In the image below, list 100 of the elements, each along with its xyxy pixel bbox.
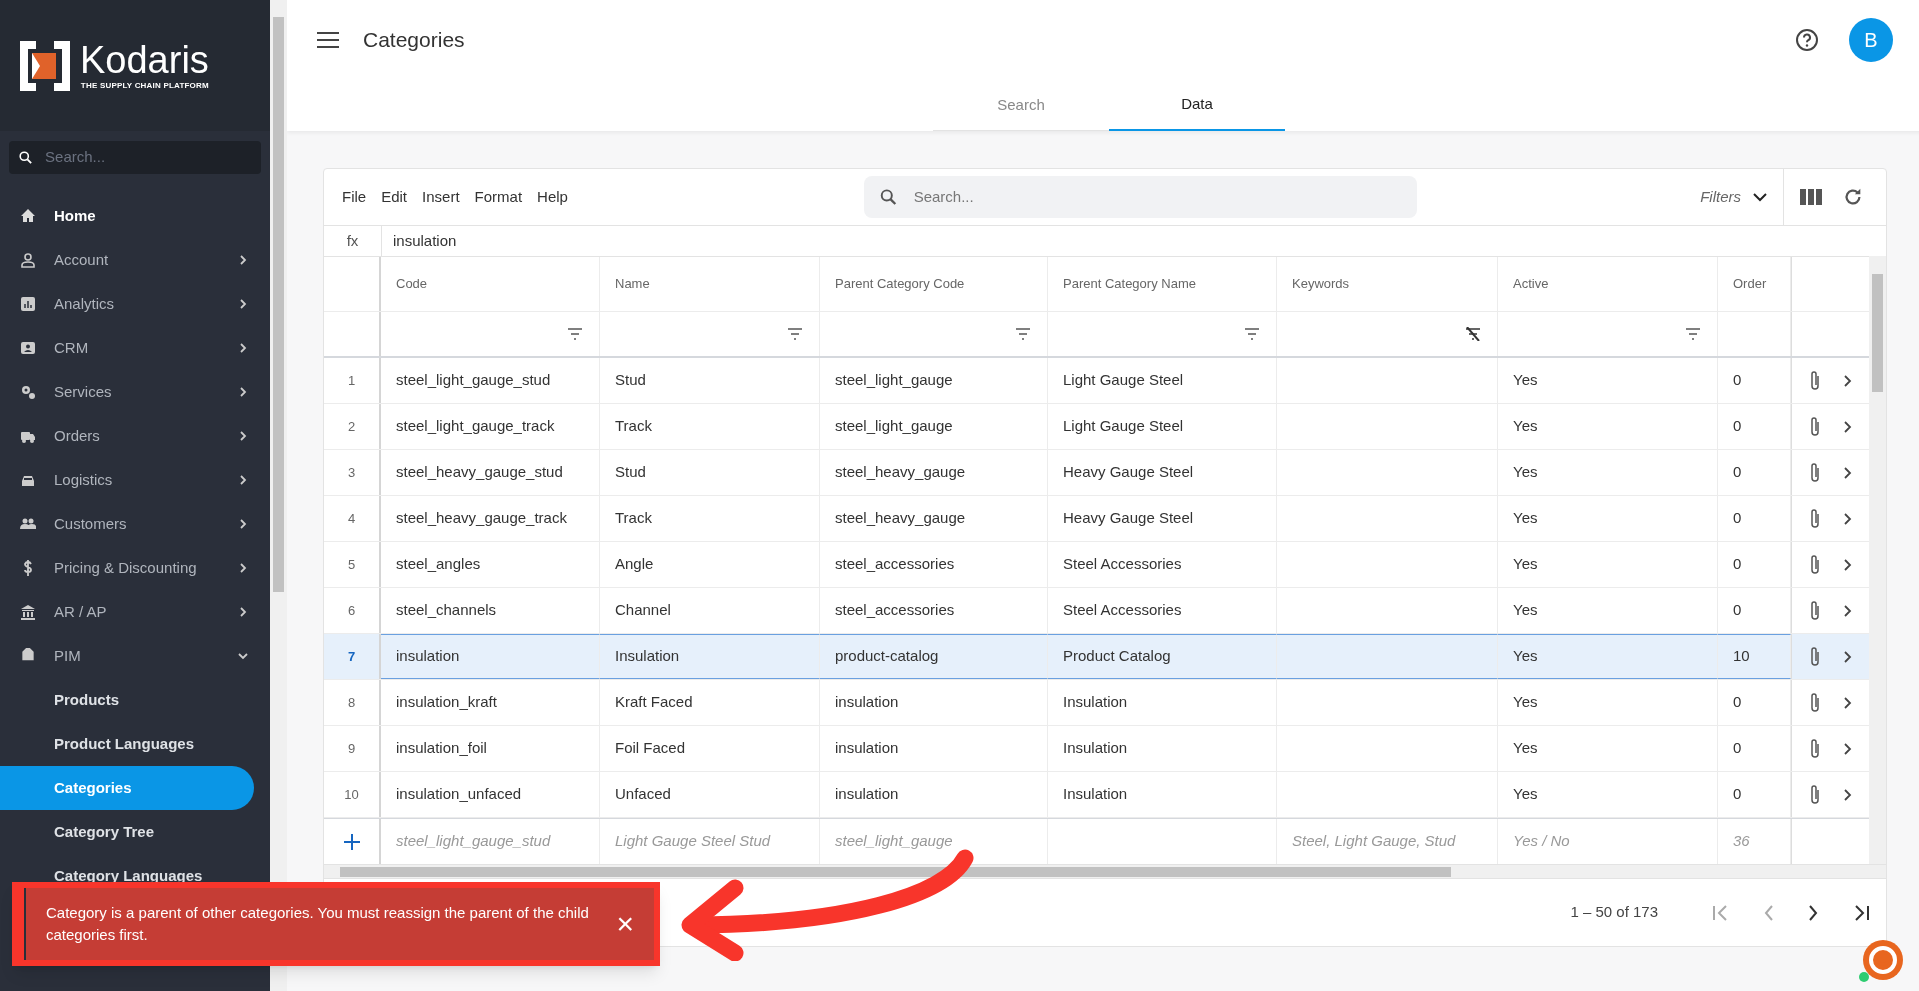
close-button[interactable]: × (616, 909, 634, 939)
filter-icon[interactable] (566, 327, 584, 341)
sidebar-item[interactable]: Customers (0, 502, 270, 546)
table-cell-text: Heavy Gauge Steel (1063, 462, 1194, 483)
paperclip-icon[interactable] (1809, 691, 1822, 714)
paperclip-icon[interactable] (1809, 507, 1822, 530)
table-row[interactable]: 7 insulation Insulation product-catalog Product Catalog Yes 10 (324, 634, 1869, 680)
menu-item[interactable]: Format (474, 185, 523, 209)
last-page-icon[interactable] (1852, 904, 1870, 921)
chevron-right-icon[interactable] (1843, 374, 1852, 387)
table-search-input[interactable]: Search... (913, 185, 1402, 209)
paperclip-icon[interactable] (1809, 415, 1822, 438)
sidebar-search-input[interactable]: Search... (45, 146, 252, 169)
chevron-down-icon (238, 651, 248, 661)
chevron-right-icon (238, 255, 248, 265)
chevron-right-icon[interactable] (1843, 650, 1852, 663)
table-cell-text: insulation_foil (396, 738, 487, 759)
column-header[interactable]: Parent Category Code (820, 257, 1048, 311)
tab[interactable]: Data (1109, 80, 1285, 131)
menu-icon[interactable] (317, 32, 339, 48)
sidebar-item[interactable]: CRM (0, 326, 270, 370)
formula-label: fx (345, 230, 360, 251)
sidebar-item[interactable]: AR / AP (0, 590, 270, 634)
filter-icon[interactable] (1243, 327, 1261, 341)
column-header[interactable]: Name (600, 257, 820, 311)
filter-icon[interactable] (1014, 327, 1032, 341)
sidebar-item[interactable]: Home (0, 194, 270, 238)
help-icon[interactable] (1795, 28, 1819, 52)
paperclip-icon[interactable] (1809, 783, 1822, 806)
menu-item[interactable]: File (342, 185, 367, 209)
table-scrollbar[interactable] (1869, 256, 1886, 864)
table-cell-text: Yes (1513, 554, 1538, 575)
chevron-right-icon[interactable] (1843, 788, 1852, 801)
next-page-icon[interactable] (1808, 904, 1818, 921)
table-row[interactable]: 6 steel_channels Channel steel_accessories Steel Accessories Yes 0 (324, 588, 1869, 634)
sidebar-subitem[interactable]: Category Tree (0, 810, 270, 854)
table-cell-text: Channel (615, 600, 671, 621)
table-search-field[interactable]: Search... (864, 176, 1417, 218)
sidebar-item[interactable]: Pricing & Discounting (0, 546, 270, 590)
table-cell-text: Insulation (1063, 784, 1128, 805)
chevron-right-icon[interactable] (1843, 420, 1852, 433)
filter-icon[interactable] (1684, 327, 1702, 341)
contact-card-icon (20, 340, 36, 356)
chevron-right-icon[interactable] (1843, 512, 1852, 525)
paperclip-icon[interactable] (1809, 461, 1822, 484)
sidebar-search-field[interactable]: Search... (9, 141, 261, 174)
columns-icon[interactable] (1800, 188, 1822, 206)
logo-icon (20, 40, 70, 91)
error-message: Category is a parent of other categories. You must reassign the parent of the child categories first. (46, 903, 590, 945)
chevron-right-icon (238, 519, 248, 529)
table-row[interactable]: 8 insulation_kraft Kraft Faced insulation Insulation Yes 0 (324, 680, 1869, 726)
paperclip-icon[interactable] (1809, 369, 1822, 392)
sidebar-item[interactable]: Account (0, 238, 270, 282)
sidebar-item[interactable]: PIM (0, 634, 270, 678)
column-header[interactable]: Order (1718, 257, 1791, 311)
tab[interactable]: Search (933, 80, 1109, 131)
add-row-icon[interactable] (342, 832, 361, 851)
sidebar-item[interactable]: Logistics (0, 458, 270, 502)
filters-dropdown[interactable]: Filters (1700, 168, 1784, 226)
sidebar-item[interactable]: Analytics (0, 282, 270, 326)
table-cell-text: Yes (1513, 370, 1538, 391)
chevron-right-icon[interactable] (1843, 696, 1852, 709)
paperclip-icon[interactable] (1809, 645, 1822, 668)
table-row[interactable]: 4 steel_heavy_gauge_track Track steel_heavy_gauge Heavy Gauge Steel Yes 0 (324, 496, 1869, 542)
filter-off-icon[interactable] (1464, 327, 1482, 341)
table-row[interactable]: 10 insulation_unfaced Unfaced insulation Insulation Yes 0 (324, 772, 1869, 818)
menu-item[interactable]: Help (537, 185, 568, 209)
table-row[interactable]: 1 steel_light_gauge_stud Stud steel_light_gauge Light Gauge Steel Yes 0 (324, 358, 1869, 404)
table-cell-text: Steel Accessories (1063, 554, 1182, 575)
table-cell-text: Insulation (1063, 692, 1128, 713)
table-row[interactable]: 5 steel_angles Angle steel_accessories Steel Accessories Yes 0 (324, 542, 1869, 588)
table-cell-text: steel_light_gauge_stud (396, 370, 551, 391)
sidebar-subitem[interactable]: Product Languages (0, 722, 270, 766)
paperclip-icon[interactable] (1809, 599, 1822, 622)
chevron-right-icon[interactable] (1843, 558, 1852, 571)
sidebar-item[interactable]: Orders (0, 414, 270, 458)
menu-item[interactable]: Insert (422, 185, 460, 209)
paperclip-icon[interactable] (1809, 737, 1822, 760)
column-header[interactable]: Parent Category Name (1048, 257, 1277, 311)
table-cell-text: steel_heavy_gauge (835, 462, 966, 483)
chevron-right-icon[interactable] (1843, 466, 1852, 479)
column-header[interactable]: Keywords (1277, 257, 1498, 311)
filter-icon[interactable] (786, 327, 804, 341)
horizontal-scrollbar[interactable] (324, 864, 1886, 878)
column-header[interactable]: Code (381, 257, 600, 311)
chevron-right-icon[interactable] (1843, 742, 1852, 755)
sidebar-item[interactable]: Services (0, 370, 270, 414)
chat-widget-icon[interactable] (1858, 938, 1904, 984)
chevron-right-icon[interactable] (1843, 604, 1852, 617)
sidebar-subitem[interactable]: Products (0, 678, 270, 722)
column-header[interactable]: Active (1498, 257, 1718, 311)
table-row[interactable]: 3 steel_heavy_gauge_stud Stud steel_heavy_gauge Heavy Gauge Steel Yes 0 (324, 450, 1869, 496)
table-cell-text: Product Catalog (1063, 646, 1171, 667)
table-cell-text: 0 (1733, 692, 1742, 713)
bank-icon (20, 604, 36, 620)
table-row[interactable]: 9 insulation_foil Foil Faced insulation Insulation Yes 0 (324, 726, 1869, 772)
menu-item[interactable]: Edit (381, 185, 408, 209)
table-row[interactable]: 2 steel_light_gauge_track Track steel_light_gauge Light Gauge Steel Yes 0 (324, 404, 1869, 450)
paperclip-icon[interactable] (1809, 553, 1822, 576)
table-cell-text: steel_heavy_gauge (835, 508, 966, 529)
